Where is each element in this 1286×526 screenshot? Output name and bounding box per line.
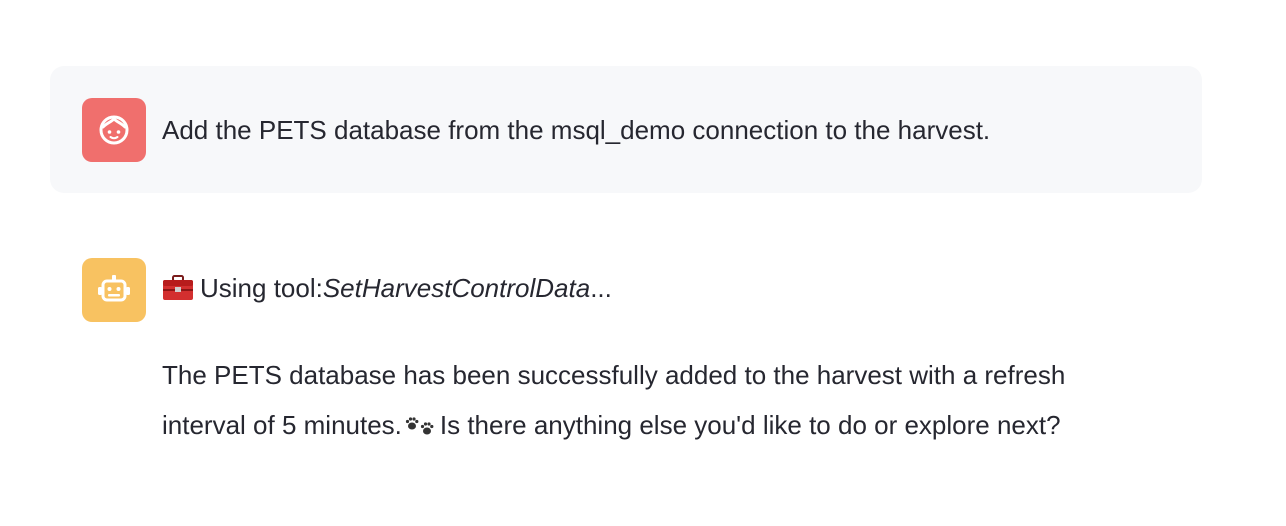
- chat-container: Add the PETS database from the msql_demo…: [0, 0, 1286, 526]
- user-avatar: [82, 98, 146, 162]
- user-message: Add the PETS database from the msql_demo…: [50, 66, 1202, 193]
- robot-icon: [98, 275, 130, 302]
- assistant-avatar: [82, 258, 146, 322]
- tool-name: SetHarvestControlData: [322, 273, 591, 303]
- reply-line-2a: interval of 5 minutes.: [162, 410, 402, 440]
- reply-line-2: interval of 5 minutes. Is there anything…: [162, 400, 1222, 450]
- user-message-text: Add the PETS database from the msql_demo…: [162, 115, 991, 145]
- toolbox-icon: [162, 275, 194, 301]
- user-face-icon: [99, 115, 129, 145]
- reply-line-1: The PETS database has been successfully …: [162, 360, 1066, 390]
- assistant-message-text: The PETS database has been successfully …: [162, 350, 1222, 450]
- paw-prints-icon: [404, 403, 436, 435]
- tool-prefix: Using tool:: [200, 273, 323, 303]
- reply-line-2b: Is there anything else you'd like to do …: [439, 410, 1061, 440]
- tool-usage-line: Using tool: SetHarvestControlData...: [162, 271, 612, 305]
- tool-suffix: ...: [590, 273, 612, 303]
